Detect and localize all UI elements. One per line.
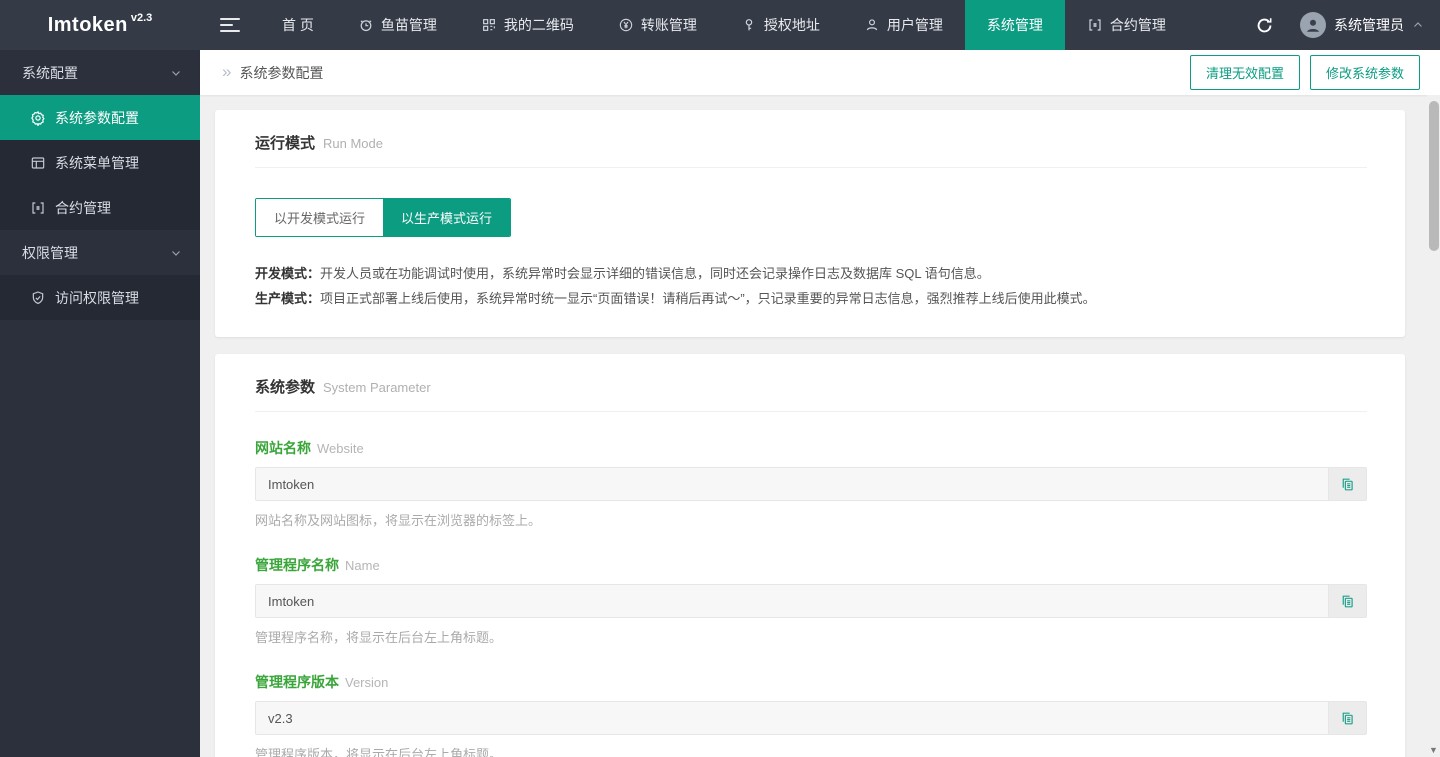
mode-descriptions: 开发模式：开发人员或在功能调试时使用，系统异常时会显示详细的错误信息，同时还会记… bbox=[255, 261, 1367, 311]
yen-circle-icon bbox=[618, 17, 634, 33]
copy-icon[interactable] bbox=[1329, 467, 1367, 501]
avatar bbox=[1300, 12, 1326, 38]
nav-item-contract-management[interactable]: 合约管理 bbox=[1065, 0, 1188, 50]
qrcode-icon bbox=[481, 17, 497, 33]
topbar-right: 系统管理员 bbox=[1255, 0, 1440, 50]
card-title: 运行模式 Run Mode bbox=[255, 135, 383, 152]
breadcrumb: » 系统参数配置 bbox=[222, 63, 323, 83]
admin-version-input[interactable] bbox=[255, 701, 1329, 735]
sidebar-item-system-parameter-config[interactable]: 系统参数配置 bbox=[0, 95, 200, 140]
clock-icon bbox=[358, 17, 374, 33]
key-icon bbox=[741, 17, 757, 33]
refresh-icon[interactable] bbox=[1255, 16, 1274, 35]
prod-mode-button[interactable]: 以生产模式运行 bbox=[383, 199, 511, 236]
gear-icon bbox=[30, 110, 46, 126]
contract-icon bbox=[30, 200, 46, 216]
nav-item-home[interactable]: 首 页 bbox=[260, 0, 336, 50]
sidebar-group-system-config[interactable]: 系统配置 bbox=[0, 50, 200, 95]
divider bbox=[255, 411, 1367, 412]
nav-item-fry-management[interactable]: 鱼苗管理 bbox=[336, 0, 459, 50]
system-parameter-card: 系统参数System Parameter 网站名称Website 网站名称及网站… bbox=[215, 354, 1405, 757]
breadcrumb-bar: » 系统参数配置 清理无效配置 修改系统参数 bbox=[200, 50, 1440, 95]
content-area: 运行模式 Run Mode 以开发模式运行 以生产模式运行 开发模式：开发人员或在… bbox=[200, 95, 1440, 757]
prod-mode-description: 生产模式：项目正式部署上线后使用，系统异常时统一显示“页面错误！请稍后再试～”，… bbox=[255, 291, 1096, 306]
user-name: 系统管理员 bbox=[1334, 17, 1404, 33]
window-icon bbox=[30, 155, 46, 171]
divider bbox=[255, 167, 1367, 168]
contract-icon bbox=[1087, 17, 1103, 33]
chevron-down-icon bbox=[170, 67, 182, 79]
user-menu[interactable]: 系统管理员 bbox=[1300, 12, 1424, 38]
dev-mode-description: 开发模式：开发人员或在功能调试时使用，系统异常时会显示详细的错误信息，同时还会记… bbox=[255, 266, 990, 281]
clean-invalid-config-button[interactable]: 清理无效配置 bbox=[1189, 55, 1300, 90]
sidebar-group-permission-management[interactable]: 权限管理 bbox=[0, 230, 200, 275]
scrollbar-thumb[interactable] bbox=[1428, 101, 1439, 251]
chevron-down-icon bbox=[170, 247, 182, 259]
run-mode-toggle: 以开发模式运行 以生产模式运行 bbox=[255, 198, 512, 237]
field-admin-name: 管理程序名称Name 管理程序名称，将显示在后台左上角标题。 bbox=[255, 555, 1367, 646]
breadcrumb-chevrons-icon: » bbox=[222, 62, 232, 81]
run-mode-card: 运行模式 Run Mode 以开发模式运行 以生产模式运行 开发模式：开发人员或在… bbox=[215, 110, 1405, 337]
field-website: 网站名称Website 网站名称及网站图标，将显示在浏览器的标签上。 bbox=[255, 438, 1367, 529]
sidebar-item-contract-management[interactable]: 合约管理 bbox=[0, 185, 200, 230]
nav-item-user-management[interactable]: 用户管理 bbox=[842, 0, 965, 50]
content-scrollbar[interactable]: ▼ bbox=[1427, 95, 1440, 757]
app-name: Imtoken bbox=[47, 13, 128, 36]
sidebar-item-system-menu-management[interactable]: 系统菜单管理 bbox=[0, 140, 200, 185]
nav-item-transfer-management[interactable]: 转账管理 bbox=[596, 0, 719, 50]
field-admin-version: 管理程序版本Version 管理程序版本，将显示在后台左上角标题。 bbox=[255, 672, 1367, 757]
chevron-up-icon bbox=[1412, 19, 1424, 31]
card-title: 系统参数 System Parameter bbox=[255, 379, 431, 396]
copy-icon[interactable] bbox=[1329, 701, 1367, 735]
user-icon bbox=[864, 17, 880, 33]
dev-mode-button[interactable]: 以开发模式运行 bbox=[256, 199, 384, 236]
main-nav: 首 页 鱼苗管理 我的二维码 转账管理 授权地址 用户管理 系统管理 合约管理 bbox=[200, 0, 1255, 50]
sidebar: 系统配置 系统参数配置 系统菜单管理 合约管理 权限管理 访问权限管理 bbox=[0, 50, 200, 757]
top-navbar: Imtoken v2.3 首 页 鱼苗管理 我的二维码 转账管理 授权地址 用户… bbox=[0, 0, 1440, 50]
admin-name-input[interactable] bbox=[255, 584, 1329, 618]
nav-item-authorized-address[interactable]: 授权地址 bbox=[719, 0, 842, 50]
shield-check-icon bbox=[30, 290, 46, 306]
sidebar-item-access-permission-management[interactable]: 访问权限管理 bbox=[0, 275, 200, 320]
website-input[interactable] bbox=[255, 467, 1329, 501]
app-logo: Imtoken v2.3 bbox=[0, 0, 200, 50]
nav-item-my-qrcode[interactable]: 我的二维码 bbox=[459, 0, 596, 50]
scrollbar-down-arrow-icon[interactable]: ▼ bbox=[1427, 745, 1440, 755]
collapse-menu-icon[interactable] bbox=[200, 0, 260, 50]
page-actions: 清理无效配置 修改系统参数 bbox=[1189, 55, 1420, 90]
nav-item-system-management[interactable]: 系统管理 bbox=[964, 0, 1065, 50]
copy-icon[interactable] bbox=[1329, 584, 1367, 618]
edit-system-params-button[interactable]: 修改系统参数 bbox=[1309, 55, 1420, 90]
breadcrumb-current: 系统参数配置 bbox=[239, 64, 324, 81]
app-version: v2.3 bbox=[130, 12, 153, 24]
